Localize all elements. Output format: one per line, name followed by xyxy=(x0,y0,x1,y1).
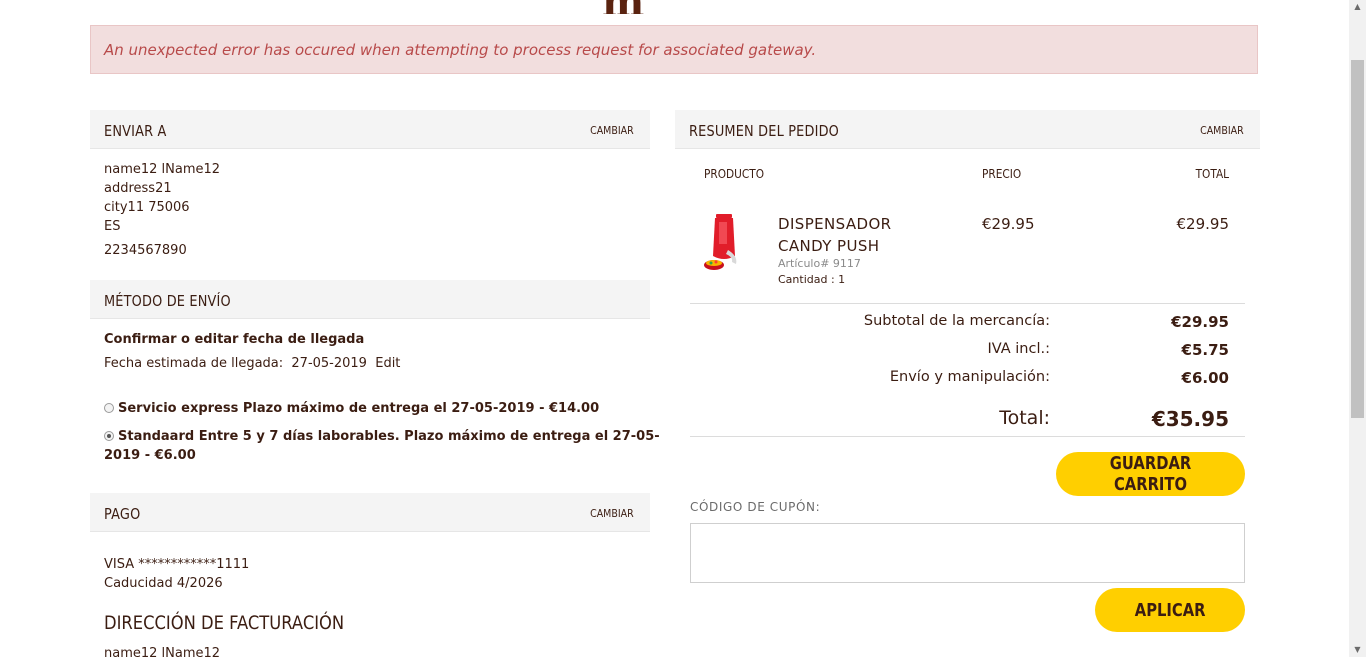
product-name-line2: CANDY PUSH xyxy=(778,237,880,255)
shipping-cost-value: €6.00 xyxy=(1181,369,1229,387)
column-price: PRECIO xyxy=(982,167,1022,181)
apply-coupon-button[interactable]: APLICAR xyxy=(1095,588,1245,632)
product-name[interactable]: DISPENSADOR CANDY PUSH xyxy=(778,213,891,257)
billing-name: name12 lName12 xyxy=(104,646,221,661)
order-summary-title: RESUMEN DEL PEDIDO xyxy=(689,122,840,140)
shipping-method-header: MÉTODO DE ENVÍO xyxy=(90,280,650,319)
shipping-option-express-label: Servicio express Plazo máximo de entrega… xyxy=(118,401,600,416)
vat-value: €5.75 xyxy=(1181,341,1229,359)
radio-standard[interactable] xyxy=(104,431,114,441)
estimated-arrival-label: Fecha estimada de llegada: xyxy=(104,356,284,371)
payment-change-link[interactable]: CAMBIAR xyxy=(590,507,634,520)
error-alert: An unexpected error has occured when att… xyxy=(90,25,1258,74)
total-divider xyxy=(690,436,1245,437)
billing-address-title: DIRECCIÓN DE FACTURACIÓN xyxy=(104,612,345,634)
total-label: Total: xyxy=(999,407,1050,429)
payment-title: PAGO xyxy=(104,505,141,523)
save-cart-label: GUARDAR CARRITO xyxy=(1109,453,1192,495)
estimated-arrival: Fecha estimada de llegada: 27-05-2019 Ed… xyxy=(104,356,400,371)
total-value: €35.95 xyxy=(1151,407,1229,431)
shipping-option-express[interactable]: Servicio express Plazo máximo de entrega… xyxy=(104,401,599,416)
product-quantity: Cantidad : 1 xyxy=(778,273,846,286)
product-price: €29.95 xyxy=(982,215,1035,233)
scroll-down-icon[interactable]: ▼ xyxy=(1349,643,1366,657)
scroll-up-icon[interactable]: ▲ xyxy=(1349,0,1366,14)
shipping-address-header: ENVIAR A CAMBIAR xyxy=(90,110,650,149)
order-summary-header: RESUMEN DEL PEDIDO CAMBIAR xyxy=(675,110,1260,149)
estimated-arrival-date: 27-05-2019 xyxy=(291,356,367,371)
shipping-phone: 2234567890 xyxy=(104,243,187,258)
order-summary-change-link[interactable]: CAMBIAR xyxy=(1200,124,1244,137)
shipping-address-change-link[interactable]: CAMBIAR xyxy=(590,124,634,137)
save-cart-button[interactable]: GUARDAR CARRITO xyxy=(1056,452,1245,496)
coupon-input[interactable] xyxy=(690,523,1245,583)
shipping-country: ES xyxy=(104,219,121,234)
candy-dispenser-image[interactable] xyxy=(702,212,742,274)
edit-arrival-link[interactable]: Edit xyxy=(375,356,400,371)
page-scrollbar[interactable]: ▲ ▼ xyxy=(1349,0,1366,657)
subtotal-value: €29.95 xyxy=(1171,313,1229,331)
coupon-label: CÓDIGO DE CUPÓN: xyxy=(690,500,821,514)
apply-coupon-label: APLICAR xyxy=(1134,599,1206,621)
shipping-method-title: MÉTODO DE ENVÍO xyxy=(104,292,231,310)
product-name-line1: DISPENSADOR xyxy=(778,215,892,233)
column-total: TOTAL xyxy=(1195,167,1229,181)
shipping-street: address21 xyxy=(104,181,172,196)
vat-label: IVA incl.: xyxy=(987,341,1050,357)
product-total: €29.95 xyxy=(1176,215,1230,233)
radio-express[interactable] xyxy=(104,403,114,413)
payment-header: PAGO CAMBIAR xyxy=(90,493,650,532)
payment-expiry: Caducidad 4/2026 xyxy=(104,576,223,591)
shipping-city: city11 75006 xyxy=(104,200,190,215)
column-product: PRODUCTO xyxy=(704,167,765,181)
shipping-name: name12 lName12 xyxy=(104,162,221,177)
payment-card: VISA ************1111 xyxy=(104,557,250,572)
scrollbar-thumb[interactable] xyxy=(1351,60,1364,418)
confirm-arrival-label: Confirmar o editar fecha de llegada xyxy=(104,332,365,347)
brand-logo[interactable]: m xyxy=(602,0,752,14)
product-article-number: Artículo# 9117 xyxy=(778,257,861,270)
candy-dispenser-icon xyxy=(704,214,737,270)
shipping-option-standard[interactable]: Standaard Entre 5 y 7 días laborables. P… xyxy=(104,427,660,465)
subtotal-label: Subtotal de la mercancía: xyxy=(863,313,1050,329)
summary-divider xyxy=(690,303,1245,304)
shipping-option-standard-label-line2: 2019 - €6.00 xyxy=(104,448,196,463)
shipping-address-title: ENVIAR A xyxy=(104,122,167,140)
shipping-option-standard-label-line1: Standaard Entre 5 y 7 días laborables. P… xyxy=(118,429,660,444)
shipping-cost-label: Envío y manipulación: xyxy=(889,369,1050,385)
error-message: An unexpected error has occured when att… xyxy=(104,41,817,59)
